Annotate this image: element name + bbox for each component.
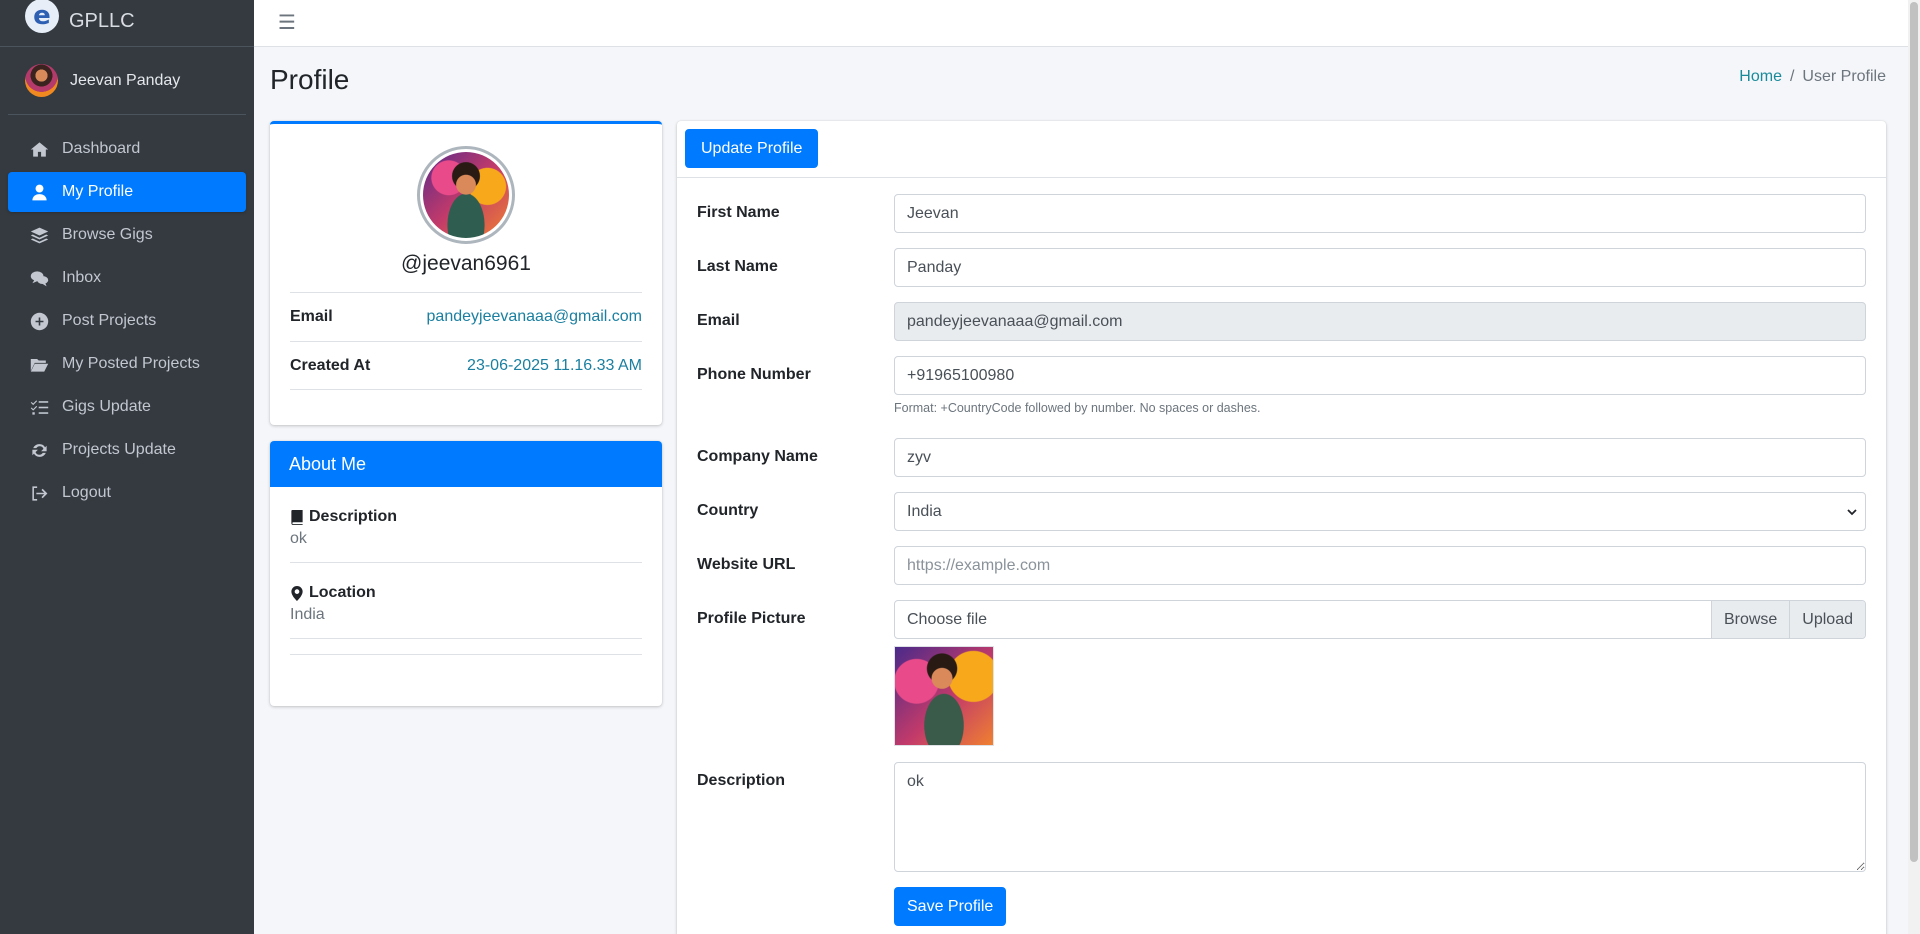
update-profile-card: Update Profile First Name Last Name Emai… — [677, 121, 1886, 934]
sidebar-item-label: Post Projects — [62, 312, 157, 329]
sidebar-item-browse-gigs[interactable]: Browse Gigs — [8, 215, 246, 255]
profile-email-value: pandeyjeevanaaa@gmail.com — [426, 308, 642, 325]
about-location-title: Location — [290, 584, 642, 602]
browse-button[interactable]: Browse — [1710, 601, 1790, 638]
phone-label: Phone Number — [697, 366, 811, 383]
profile-email-row: Email pandeyjeevanaaa@gmail.com — [290, 292, 642, 341]
profile-email-label: Email — [290, 308, 333, 325]
top-navbar: ☰ — [254, 0, 1920, 47]
sidebar-nav: Dashboard My Profile Browse Gigs Inbox P… — [0, 129, 254, 513]
list-check-icon — [28, 398, 50, 417]
sidebar-item-my-profile[interactable]: My Profile — [8, 172, 246, 212]
website-input[interactable] — [894, 546, 1866, 585]
email-field[interactable] — [894, 302, 1866, 341]
profile-avatar-image — [423, 152, 509, 238]
profile-picture-file-input[interactable]: Choose file Browse Upload — [894, 600, 1866, 639]
last-name-label: Last Name — [697, 258, 778, 275]
sidebar-item-label: My Profile — [62, 183, 134, 200]
sidebar-item-label: My Posted Projects — [62, 355, 200, 372]
profile-username: @jeevan6961 — [401, 252, 531, 275]
profile-avatar — [417, 146, 515, 244]
about-description-section: Description ok — [290, 487, 642, 563]
sidebar-item-my-posted-projects[interactable]: My Posted Projects — [8, 344, 246, 384]
sidebar-item-gigs-update[interactable]: Gigs Update — [8, 387, 246, 427]
brand-name: GPLLC — [69, 9, 135, 32]
sidebar-item-label: Inbox — [62, 269, 102, 286]
sidebar-item-label: Projects Update — [62, 441, 176, 458]
sidebar-item-label: Dashboard — [62, 140, 141, 157]
about-location-section: Location India — [290, 563, 642, 639]
folder-open-icon — [28, 355, 50, 374]
website-label: Website URL — [697, 556, 796, 573]
sidebar-item-label: Gigs Update — [62, 398, 151, 415]
profile-created-row: Created At 23-06-2025 11.16.33 AM — [290, 341, 642, 390]
breadcrumb-current: User Profile — [1802, 68, 1886, 85]
company-input[interactable] — [894, 438, 1866, 477]
comments-icon — [28, 269, 50, 288]
about-body: Description ok Location India — [270, 487, 662, 655]
user-name: Jeevan Panday — [70, 71, 181, 89]
profile-picture-label: Profile Picture — [697, 610, 806, 627]
about-description-value: ok — [290, 530, 307, 547]
form-card-header: Update Profile — [677, 121, 1886, 178]
about-location-value: India — [290, 606, 325, 623]
first-name-input[interactable] — [894, 194, 1866, 233]
about-description-label: Description — [309, 508, 398, 525]
first-name-label: First Name — [697, 204, 780, 221]
country-selected-value: India — [907, 502, 942, 520]
sidebar-item-projects-update[interactable]: Projects Update — [8, 430, 246, 470]
breadcrumb: Home / User Profile — [1739, 68, 1886, 86]
chevron-down-icon — [1847, 509, 1857, 516]
save-profile-button[interactable]: Save Profile — [894, 887, 1007, 926]
sidebar-item-post-projects[interactable]: Post Projects — [8, 301, 246, 341]
page-title: Profile — [270, 64, 350, 95]
scrollbar-thumb[interactable] — [1910, 2, 1918, 862]
sync-icon — [28, 441, 50, 460]
profile-created-value: 23-06-2025 11.16.33 AM — [467, 356, 642, 374]
user-panel[interactable]: Jeevan Panday — [8, 47, 246, 115]
profile-info-list: Email pandeyjeevanaaa@gmail.com Created … — [290, 292, 642, 390]
profile-created-label: Created At — [290, 356, 371, 374]
phone-help-text: Format: +CountryCode followed by number.… — [894, 401, 1261, 415]
about-header: About Me — [270, 441, 662, 487]
home-icon — [28, 140, 50, 159]
sidebar-item-dashboard[interactable]: Dashboard — [8, 129, 246, 169]
brand-logo-letter: e — [33, 1, 51, 31]
description-textarea[interactable]: ok — [894, 762, 1866, 872]
breadcrumb-separator: / — [1789, 68, 1795, 85]
book-icon — [291, 509, 303, 525]
country-select[interactable]: India — [894, 492, 1866, 531]
brand[interactable]: e GPLLC — [0, 0, 254, 47]
email-label: Email — [697, 312, 740, 329]
company-label: Company Name — [697, 448, 818, 465]
profile-picture-preview — [894, 646, 994, 746]
map-marker-icon — [291, 585, 303, 601]
last-name-input[interactable] — [894, 248, 1866, 287]
profile-card: @jeevan6961 Email pandeyjeevanaaa@gmail.… — [270, 121, 662, 425]
sidebar-item-inbox[interactable]: Inbox — [8, 258, 246, 298]
sidebar: e GPLLC Jeevan Panday Dashboard My Profi… — [0, 0, 254, 934]
sidebar-item-label: Browse Gigs — [62, 226, 153, 243]
scrollbar[interactable] — [1908, 0, 1920, 934]
sign-out-icon — [28, 484, 50, 503]
about-card: About Me Description ok Location India — [270, 441, 662, 706]
plus-circle-icon — [28, 312, 50, 331]
about-location-label: Location — [309, 584, 376, 601]
country-label: Country — [697, 502, 759, 519]
about-divider — [290, 639, 642, 655]
avatar — [25, 64, 58, 97]
tab-update-profile[interactable]: Update Profile — [685, 129, 819, 168]
phone-input[interactable] — [894, 356, 1866, 395]
file-chooser-text[interactable]: Choose file — [895, 601, 1711, 638]
layers-icon — [28, 226, 50, 245]
hamburger-menu-icon[interactable]: ☰ — [278, 10, 296, 35]
description-label: Description — [697, 772, 786, 789]
about-description-title: Description — [290, 508, 642, 526]
sidebar-item-logout[interactable]: Logout — [8, 473, 246, 513]
sidebar-item-label: Logout — [62, 484, 111, 501]
brand-logo: e — [25, 0, 59, 33]
upload-button[interactable]: Upload — [1789, 601, 1865, 638]
breadcrumb-home-link[interactable]: Home — [1739, 68, 1782, 85]
user-icon — [28, 183, 50, 202]
